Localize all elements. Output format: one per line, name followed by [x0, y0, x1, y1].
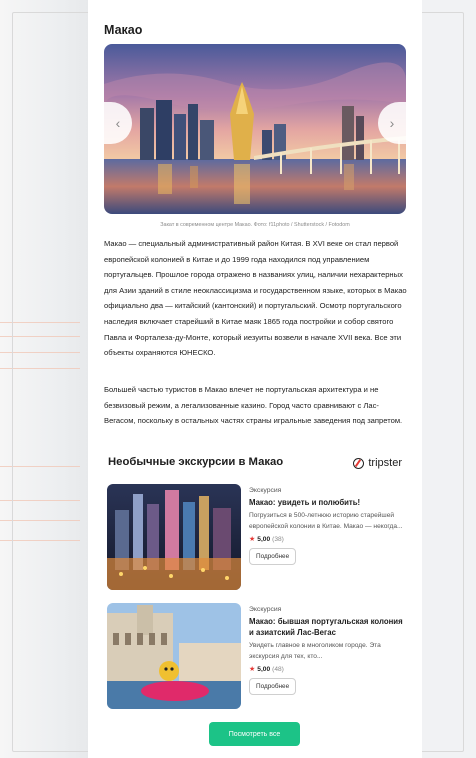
excursion-card[interactable]: Экскурсия Макао: увидеть и полюбить! Пог…: [107, 484, 403, 592]
tripster-brand: tripster: [368, 457, 402, 469]
excursions-heading: Необычные экскурсии в Макао: [108, 456, 284, 468]
article-title: Макао: [104, 23, 143, 37]
excursion-description: Погрузиться в 500-летнюю историю старейш…: [249, 512, 403, 530]
excursion-type: Экскурсия: [249, 606, 282, 613]
see-all-button[interactable]: Посмотреть все: [209, 722, 300, 746]
star-icon: ★: [249, 666, 256, 673]
excursions-widget: Необычные экскурсии в Макао tripster Экс…: [104, 456, 406, 756]
details-button[interactable]: Подробнее: [249, 678, 297, 695]
article-paragraph-2: Большей частью туристов в Макао влечет н…: [104, 385, 403, 426]
excursion-info: Экскурсия Макао: бывшая португальская ко…: [249, 605, 403, 695]
article-page: Макао ‹ › Закат в современном центре Мак…: [88, 0, 422, 758]
excursion-image[interactable]: [107, 484, 241, 590]
review-count: (48): [272, 665, 284, 673]
review-count: (38): [272, 535, 284, 543]
star-icon: ★: [249, 536, 256, 543]
rating-value: 5,00: [257, 535, 271, 543]
tripster-logo[interactable]: tripster: [353, 457, 402, 469]
details-button[interactable]: Подробнее: [249, 548, 297, 565]
excursion-description: Увидеть главное в многоликом городе. Эта…: [249, 642, 381, 660]
excursion-type: Экскурсия: [249, 487, 282, 494]
hero-image-slider[interactable]: ‹ ›: [104, 44, 406, 214]
rating-value: 5,00: [257, 665, 271, 673]
excursion-rating: ★ 5,00 (38): [249, 535, 403, 544]
excursion-card[interactable]: Экскурсия Макао: бывшая португальская ко…: [107, 603, 403, 711]
excursion-info: Экскурсия Макао: увидеть и полюбить! Пог…: [249, 486, 403, 565]
excursion-rating: ★ 5,00 (48): [249, 665, 403, 674]
tripster-compass-icon: [353, 457, 365, 469]
article-paragraph-1: Макао — специальный административный рай…: [104, 239, 407, 358]
excursion-image[interactable]: [107, 603, 241, 709]
excursion-title[interactable]: Макао: бывшая португальская колония и аз…: [249, 616, 403, 638]
macau-skyline-image: [104, 44, 406, 214]
hero-caption: Закат в современном центре Макао. Фото: …: [160, 222, 350, 228]
excursion-title[interactable]: Макао: увидеть и полюбить!: [249, 497, 403, 508]
